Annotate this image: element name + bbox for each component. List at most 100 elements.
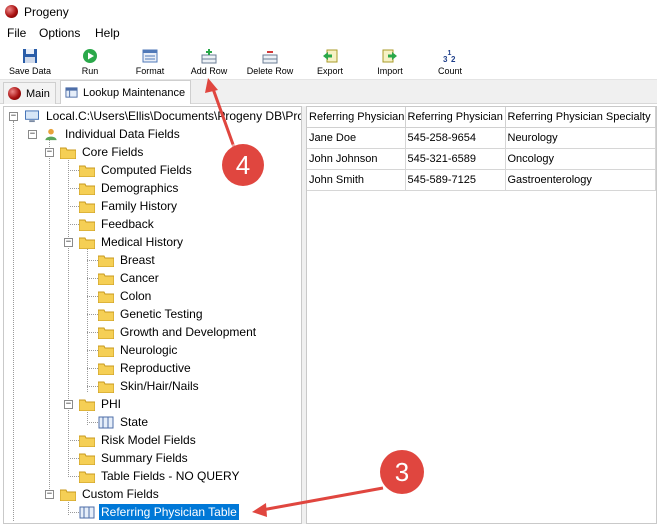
individual-expander[interactable]: −	[28, 130, 37, 139]
save-data-button[interactable]: Save Data	[4, 46, 56, 78]
title-bar: Progeny	[0, 0, 657, 24]
app-icon	[5, 5, 18, 18]
format-icon	[142, 49, 158, 63]
lookup-table: Referring Physician Referring Physician …	[307, 107, 656, 191]
tab-main[interactable]: Main	[3, 82, 56, 104]
table-icon	[98, 416, 114, 428]
tree-demographics[interactable]: Demographics	[79, 179, 180, 197]
callout-badge-3: 3	[380, 450, 424, 494]
tree-feedback[interactable]: Feedback	[79, 215, 156, 233]
folder-icon	[98, 255, 114, 267]
run-button[interactable]: Run	[72, 46, 108, 78]
folder-icon	[79, 183, 95, 195]
column-header[interactable]: Referring Physician	[307, 107, 406, 128]
tab-lookup-maintenance[interactable]: Lookup Maintenance	[60, 80, 192, 104]
table-header-row: Referring Physician Referring Physician …	[307, 107, 656, 128]
folder-icon	[79, 219, 95, 231]
core-expander[interactable]: −	[45, 148, 54, 157]
folder-icon	[79, 165, 95, 177]
folder-icon	[60, 489, 76, 501]
column-header[interactable]: Referring Physician	[405, 107, 506, 128]
column-header[interactable]: Referring Physician Specialty	[505, 107, 656, 128]
phi-expander[interactable]: −	[64, 400, 73, 409]
table-cell[interactable]: Neurology	[505, 127, 656, 149]
folder-icon	[60, 147, 76, 159]
table-cell[interactable]: Oncology	[505, 148, 656, 170]
count-button[interactable]: 3 1 2 Count	[432, 46, 468, 78]
folder-icon	[98, 273, 114, 285]
export-button[interactable]: Export	[312, 46, 348, 78]
folder-icon	[98, 363, 114, 375]
folder-icon	[98, 309, 114, 321]
tree-table-fields-no-query[interactable]: Table Fields - NO QUERY	[79, 467, 242, 485]
tree-risk-model-fields[interactable]: Risk Model Fields	[79, 431, 198, 449]
folder-icon	[98, 327, 114, 339]
folder-icon	[79, 471, 95, 483]
tree-medical-history[interactable]: Medical History	[79, 233, 185, 251]
folder-icon	[98, 381, 114, 393]
tree-breast[interactable]: Breast	[98, 251, 157, 269]
tree-phi[interactable]: PHI	[79, 395, 123, 413]
tree-growth-and-development[interactable]: Growth and Development	[98, 323, 258, 341]
tree-neurologic[interactable]: Neurologic	[98, 341, 179, 359]
lookup-grid[interactable]: Referring Physician Referring Physician …	[306, 106, 657, 524]
tree-core-fields[interactable]: Core Fields	[60, 143, 145, 161]
table-cell[interactable]: 545-589-7125	[405, 169, 506, 191]
folder-icon	[98, 345, 114, 357]
toolbar: Save Data Run Format Add Row Delete Row …	[0, 44, 657, 80]
tree-custom-fields[interactable]: Custom Fields	[60, 485, 161, 503]
folder-icon	[79, 201, 95, 213]
folder-icon	[98, 291, 114, 303]
table-row[interactable]: John Johnson 545-321-6589 Oncology	[307, 148, 656, 170]
tree-cancer[interactable]: Cancer	[98, 269, 161, 287]
import-icon	[382, 49, 397, 63]
tab-bar: Main Lookup Maintenance	[0, 80, 657, 104]
tree-referring-physician-table[interactable]: Referring Physician Table	[79, 503, 239, 521]
tree-root[interactable]: Local.C:\Users\Ellis\Documents\Progeny D…	[24, 107, 301, 125]
table-cell[interactable]: 545-321-6589	[405, 148, 506, 170]
delete-row-icon	[262, 51, 278, 64]
export-icon	[323, 49, 338, 63]
tree-computed-fields[interactable]: Computed Fields	[79, 161, 194, 179]
format-button[interactable]: Format	[128, 46, 172, 78]
import-button[interactable]: Import	[372, 46, 408, 78]
run-icon	[83, 49, 97, 63]
menu-file[interactable]: File	[6, 26, 27, 40]
tree-reproductive[interactable]: Reproductive	[98, 359, 193, 377]
callout-badge-4: 4	[222, 144, 264, 186]
count-icon: 3 1 2	[443, 50, 456, 64]
save-icon	[23, 49, 37, 63]
window-title: Progeny	[24, 5, 69, 19]
root-expander[interactable]: −	[9, 112, 18, 121]
tree-state[interactable]: State	[98, 413, 150, 431]
table-row[interactable]: John Smith 545-589-7125 Gastroenterology	[307, 169, 656, 191]
table-cell[interactable]: John Johnson	[307, 148, 406, 170]
table-cell[interactable]: 545-258-9654	[405, 127, 506, 149]
tree-skin-hair-nails[interactable]: Skin/Hair/Nails	[98, 377, 201, 395]
medical-history-expander[interactable]: −	[64, 238, 73, 247]
folder-icon	[79, 237, 95, 249]
tree-individual-data-fields[interactable]: Individual Data Fields	[43, 125, 182, 143]
menu-options[interactable]: Options	[38, 26, 81, 40]
svg-text:2: 2	[451, 55, 456, 64]
person-icon	[45, 128, 57, 140]
tree-summary-fields[interactable]: Summary Fields	[79, 449, 190, 467]
folder-icon	[79, 435, 95, 447]
add-row-button[interactable]: Add Row	[186, 46, 232, 78]
add-row-icon	[201, 49, 217, 64]
table-cell[interactable]: John Smith	[307, 169, 406, 191]
table-row[interactable]: Jane Doe 545-258-9654 Neurology	[307, 127, 656, 149]
menu-help[interactable]: Help	[94, 26, 121, 40]
computer-icon	[25, 109, 39, 122]
tree-genetic-testing[interactable]: Genetic Testing	[98, 305, 205, 323]
custom-expander[interactable]: −	[45, 490, 54, 499]
table-icon	[79, 506, 95, 518]
table-cell[interactable]: Gastroenterology	[505, 169, 656, 191]
folder-icon	[79, 399, 95, 411]
main-tab-icon	[8, 87, 21, 100]
tree-colon[interactable]: Colon	[98, 287, 153, 305]
table-cell[interactable]: Jane Doe	[307, 127, 406, 149]
folder-icon	[79, 453, 95, 465]
delete-row-button[interactable]: Delete Row	[242, 46, 298, 78]
tree-family-history[interactable]: Family History	[79, 197, 179, 215]
